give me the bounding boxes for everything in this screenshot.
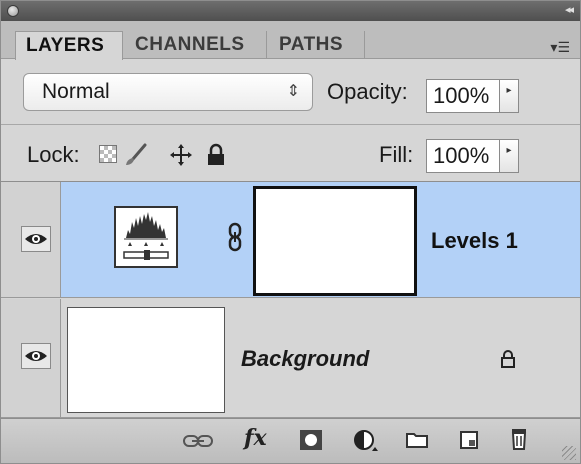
tab-layers[interactable]: LAYERS [15, 31, 123, 60]
mask-corner [253, 186, 271, 204]
visibility-column [1, 182, 61, 297]
layer-name[interactable]: Levels 1 [431, 228, 518, 254]
layer-mask-thumbnail[interactable] [253, 186, 417, 296]
collapse-icon[interactable]: ◂◂ [565, 3, 574, 16]
panel-menu-icon[interactable]: ▾☰ [550, 39, 570, 56]
visibility-column [1, 299, 61, 417]
blend-mode-value: Normal [42, 80, 110, 103]
eye-icon [25, 234, 47, 244]
layer-row-background[interactable]: Background [1, 299, 580, 418]
tab-paths[interactable]: PATHS [269, 31, 365, 59]
mask-corner [399, 186, 417, 204]
opacity-input[interactable]: 100% [426, 79, 500, 113]
layer-row-levels-1[interactable]: Levels 1 [1, 182, 580, 298]
levels-adjustment-thumbnail[interactable] [114, 206, 178, 268]
divider [1, 124, 580, 125]
adjustment-layer-icon[interactable] [353, 429, 381, 458]
lock-image-pixels-icon[interactable] [123, 143, 147, 165]
new-layer-icon[interactable] [459, 430, 479, 455]
mask-link-icon[interactable] [227, 222, 243, 257]
add-mask-icon[interactable] [299, 429, 323, 456]
close-icon[interactable] [7, 5, 19, 17]
lock-label: Lock: [27, 142, 80, 167]
panel-title-bar[interactable]: ◂◂ [1, 1, 580, 21]
background-layer-thumbnail[interactable] [67, 307, 225, 413]
tab-channels[interactable]: CHANNELS [125, 31, 267, 59]
lock-all-icon[interactable] [205, 143, 227, 165]
levels-histogram-icon [123, 212, 169, 260]
lock-position-icon[interactable] [169, 143, 192, 166]
lock-transparent-pixels-icon[interactable] [99, 145, 117, 163]
trash-icon[interactable] [509, 427, 529, 456]
link-layers-icon[interactable] [183, 433, 213, 454]
fill-input[interactable]: 100% [426, 139, 500, 173]
new-group-icon[interactable] [405, 431, 429, 454]
select-arrows-icon: ⇕ [286, 83, 300, 100]
layers-panel: ◂◂ LAYERS CHANNELS PATHS ▾☰ Normal ⇕ Opa… [0, 0, 581, 464]
mask-corner [253, 278, 271, 296]
opacity-label: Opacity: [327, 79, 408, 104]
layer-name[interactable]: Background [241, 346, 369, 372]
layer-lock-icon [499, 349, 517, 374]
fill-label: Fill: [379, 142, 414, 167]
layers-bottom-toolbar: fx [1, 418, 580, 463]
resize-grip-icon[interactable] [562, 446, 576, 460]
tabs-row: LAYERS CHANNELS PATHS ▾☰ [1, 21, 580, 60]
visibility-toggle[interactable] [21, 226, 51, 252]
mask-corner [399, 278, 417, 296]
visibility-toggle[interactable] [21, 343, 51, 369]
fx-icon[interactable]: fx [244, 425, 267, 451]
layers-list: Levels 1 Background [1, 182, 580, 418]
eye-icon [25, 351, 47, 361]
fill-dropdown-icon[interactable]: ▸ [499, 139, 519, 173]
blend-mode-select[interactable]: Normal ⇕ [23, 73, 313, 111]
opacity-dropdown-icon[interactable]: ▸ [499, 79, 519, 113]
